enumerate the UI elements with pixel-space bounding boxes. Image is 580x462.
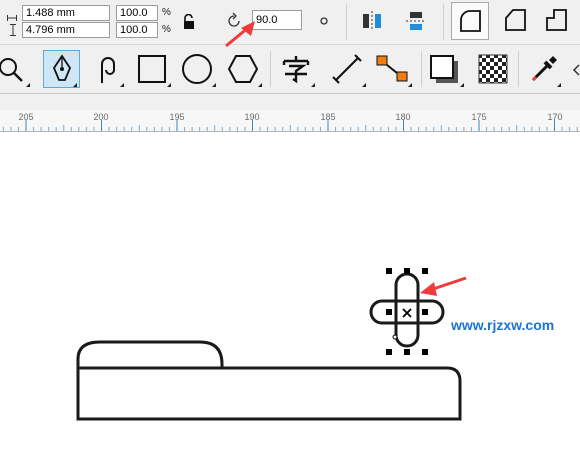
drawing-canvas[interactable]: www.rjzxw.com — [0, 132, 580, 462]
ruler-tick-label: 205 — [18, 112, 34, 122]
selection-handle[interactable] — [386, 309, 392, 315]
parallel-dimension-tool-icon[interactable] — [331, 53, 363, 85]
scale-x-field[interactable]: 100.0 — [116, 5, 158, 21]
mirror-vertical-icon[interactable] — [400, 5, 432, 37]
rotation-center-mark — [402, 308, 412, 318]
property-bar: 1.488 mm 4.796 mm 100.0 100.0 % % 90.0 — [0, 0, 580, 45]
vertical-capsule-shape — [394, 272, 420, 348]
selection-handle[interactable] — [422, 268, 428, 274]
polygon-tool-icon[interactable] — [227, 53, 259, 85]
ruler-tick-label: 180 — [395, 112, 411, 122]
selection-handle[interactable] — [422, 349, 428, 355]
selection-handle[interactable] — [386, 349, 392, 355]
selection-handle[interactable] — [386, 268, 392, 274]
text-tool-icon[interactable] — [280, 53, 312, 85]
ellipse-tool-icon[interactable] — [181, 53, 213, 85]
object-width-icon — [7, 8, 17, 21]
zoom-tool-icon[interactable] — [0, 53, 26, 85]
rotate-icon — [225, 12, 243, 30]
scallop-corner-icon[interactable] — [499, 4, 531, 36]
lock-ratio-icon[interactable] — [182, 13, 196, 30]
ruler-tick-label: 185 — [320, 112, 336, 122]
top-rounded-shape — [76, 340, 224, 368]
selection-handle[interactable] — [404, 349, 410, 355]
selection-handle[interactable] — [404, 268, 410, 274]
artistic-media-tool-icon[interactable] — [90, 53, 122, 85]
drop-shadow-tool-icon[interactable] — [428, 53, 460, 85]
connector-tool-icon[interactable] — [376, 53, 408, 85]
toolbar-spacer — [0, 94, 580, 110]
ruler-tick-label: 200 — [93, 112, 109, 122]
more-tools-chevron-icon[interactable] — [572, 63, 580, 76]
toolbox — [0, 45, 580, 94]
ruler-tick-label: 170 — [547, 112, 563, 122]
transparency-tool-icon[interactable] — [477, 53, 509, 85]
round-corner-icon[interactable] — [451, 2, 489, 40]
rectangle-tool-icon[interactable] — [136, 53, 168, 85]
annotation-arrow-object — [429, 276, 467, 292]
selection-handle[interactable] — [422, 309, 428, 315]
chamfer-corner-icon[interactable] — [540, 4, 572, 36]
watermark-text: www.rjzxw.com — [451, 317, 555, 333]
skew-handle-mark — [392, 334, 398, 340]
rotation-center-icon[interactable] — [319, 13, 329, 25]
ruler-tick-label: 175 — [471, 112, 487, 122]
object-width-field[interactable]: 1.488 mm — [22, 5, 110, 21]
rotation-angle-field[interactable]: 90.0 — [252, 10, 302, 30]
base-rectangle-shape — [76, 366, 462, 421]
canvas-drawing — [76, 272, 467, 421]
horizontal-ruler: 205 200 195 190 185 180 175 170 — [0, 110, 580, 132]
scale-y-field[interactable]: 100.0 — [116, 22, 158, 38]
eyedropper-tool-icon[interactable] — [528, 53, 560, 85]
ruler-ticks — [2, 120, 578, 131]
object-height-icon — [10, 23, 16, 36]
object-height-field[interactable]: 4.796 mm — [22, 22, 110, 38]
scale-x-percent: % — [162, 7, 171, 18]
ruler-tick-label: 190 — [244, 112, 260, 122]
mirror-horizontal-icon[interactable] — [356, 5, 388, 37]
scale-y-percent: % — [162, 24, 171, 35]
ruler-tick-label: 195 — [169, 112, 185, 122]
